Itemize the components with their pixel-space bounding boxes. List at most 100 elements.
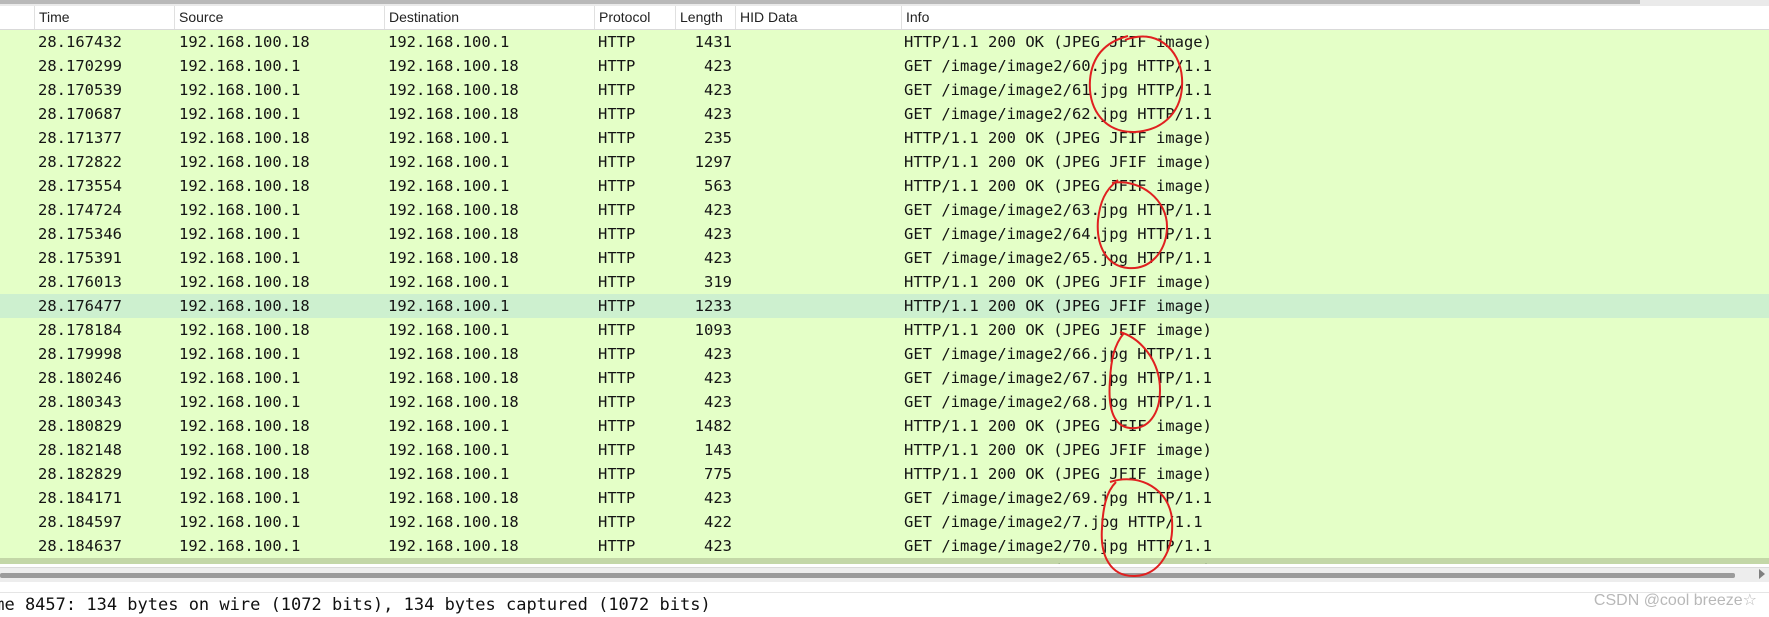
packet-length: 423 (704, 537, 732, 555)
packet-destination: 192.168.100.18 (388, 249, 519, 267)
packet-length: 235 (704, 129, 732, 147)
horizontal-scrollbar-thumb[interactable] (0, 573, 1735, 578)
packet-row[interactable]: 818628.171377192.168.100.18192.168.100.1… (0, 126, 1769, 150)
packet-destination: 192.168.100.1 (388, 129, 510, 147)
packet-row[interactable]: 825728.176013192.168.100.18192.168.100.1… (0, 270, 1769, 294)
packet-length: 319 (704, 273, 732, 291)
column-header-time[interactable]: Time (34, 6, 174, 29)
packet-length: 1297 (694, 153, 732, 171)
packet-row[interactable]: 831328.179998192.168.100.1192.168.100.18… (0, 342, 1769, 366)
packet-protocol: HTTP (598, 273, 636, 291)
packet-row[interactable]: 843228.184637192.168.100.1192.168.100.18… (0, 534, 1769, 558)
packet-time: 28.182829 (38, 465, 122, 483)
packet-row[interactable]: 831128.178184192.168.100.18192.168.100.1… (0, 318, 1769, 342)
packet-time: 28.180829 (38, 417, 122, 435)
packet-protocol: HTTP (598, 441, 636, 459)
column-header-source[interactable]: Source (174, 6, 384, 29)
packet-row[interactable]: 842828.182829192.168.100.18192.168.100.1… (0, 462, 1769, 486)
packet-length: 423 (704, 105, 732, 123)
packet-protocol: HTTP (598, 105, 636, 123)
scroll-right-icon[interactable] (1759, 569, 1765, 579)
packet-length: 423 (704, 345, 732, 363)
packet-length: 423 (704, 57, 732, 75)
packet-row[interactable]: 831528.180343192.168.100.1192.168.100.18… (0, 390, 1769, 414)
packet-protocol: HTTP (598, 465, 636, 483)
packet-row[interactable]: 843128.184597192.168.100.1192.168.100.18… (0, 510, 1769, 534)
packet-list[interactable]: 814528.167432192.168.100.18192.168.100.1… (0, 30, 1769, 564)
packet-length: 1093 (694, 321, 732, 339)
packet-row[interactable]: 814928.170687192.168.100.1192.168.100.18… (0, 102, 1769, 126)
column-header-hid-data[interactable]: HID Data (735, 6, 901, 29)
packet-info: GET /image/image2/67.jpg HTTP/1.1 (904, 369, 1212, 387)
packet-time: 28.185071 (38, 558, 176, 564)
packet-time: 28.176013 (38, 273, 122, 291)
packet-row[interactable]: 821628.172822192.168.100.18192.168.100.1… (0, 150, 1769, 174)
packet-source: 192.168.100.18 (179, 417, 310, 435)
packet-time: 28.176477 (38, 297, 122, 315)
packet-time: 28.178184 (38, 321, 122, 339)
packet-time: 28.170687 (38, 105, 122, 123)
packet-source: 192.168.100.1 (179, 105, 301, 123)
packet-length: 423 (704, 249, 732, 267)
packet-info: GET /image/image2/7.jpg HTTP/1.1 (904, 513, 1203, 531)
top-scrollbar-thumb[interactable] (0, 0, 1640, 4)
packet-destination: 192.168.100.1 (388, 153, 510, 171)
packet-info: GET /image/image2/68.jpg HTTP/1.1 (904, 393, 1212, 411)
packet-destination: 192.168.100.1 (388, 177, 510, 195)
packet-destination: 192.168.100.18 (388, 201, 519, 219)
packet-protocol: HTTP (598, 177, 636, 195)
packet-length: 423 (704, 393, 732, 411)
packet-source: 192.168.100.18 (179, 153, 310, 171)
packet-time: 28.175391 (38, 249, 122, 267)
column-header-info[interactable]: Info (901, 6, 1769, 29)
packet-row[interactable]: 843028.184171192.168.100.1192.168.100.18… (0, 486, 1769, 510)
packet-source: 192.168.100.1 (179, 393, 301, 411)
column-header-destination[interactable]: Destination (384, 6, 594, 29)
packet-source: 192.168.100.1 (179, 489, 301, 507)
packet-row[interactable]: 823428.175391192.168.100.1192.168.100.18… (0, 246, 1769, 270)
packet-info: HTTP/1.1 200 OK (JPEG JFIF image) (904, 558, 1764, 564)
packet-row[interactable]: 836228.182148192.168.100.18192.168.100.1… (0, 438, 1769, 462)
packet-source: 192.168.100.18 (179, 33, 310, 51)
packet-length: 134 (674, 558, 732, 564)
packet-destination: 192.168.100.1 (388, 558, 588, 564)
packet-row[interactable]: 823328.175346192.168.100.1192.168.100.18… (0, 222, 1769, 246)
packet-protocol: HTTP (598, 537, 636, 555)
packet-protocol: HTTP (598, 249, 636, 267)
packet-row[interactable]: 831428.180246192.168.100.1192.168.100.18… (0, 366, 1769, 390)
packet-row[interactable]: 814828.170539192.168.100.1192.168.100.18… (0, 78, 1769, 102)
packet-destination: 192.168.100.18 (388, 345, 519, 363)
column-header-length[interactable]: Length (675, 6, 735, 29)
packet-source: 192.168.100.1 (179, 537, 301, 555)
packet-row[interactable]: 845728.185071192.168.100.18192.168.100.1… (0, 558, 1769, 564)
packet-destination: 192.168.100.1 (388, 441, 510, 459)
packet-row[interactable]: 832828.180829192.168.100.18192.168.100.1… (0, 414, 1769, 438)
packet-length: 423 (704, 225, 732, 243)
packet-row[interactable]: 814528.167432192.168.100.18192.168.100.1… (0, 30, 1769, 54)
packet-time: 28.179998 (38, 345, 122, 363)
packet-time: 28.184597 (38, 513, 122, 531)
packet-info: HTTP/1.1 200 OK (JPEG JFIF image) (904, 321, 1212, 339)
packet-length: 563 (704, 177, 732, 195)
packet-row[interactable]: 823028.173554192.168.100.18192.168.100.1… (0, 174, 1769, 198)
packet-destination: 192.168.100.18 (388, 225, 519, 243)
packet-protocol: HTTP (598, 489, 636, 507)
packet-length: 423 (704, 489, 732, 507)
packet-length: 423 (704, 369, 732, 387)
packet-source: 192.168.100.1 (179, 369, 301, 387)
packet-info: HTTP/1.1 200 OK (JPEG JFIF image) (904, 33, 1212, 51)
packet-source: 192.168.100.1 (179, 513, 301, 531)
packet-info: GET /image/image2/60.jpg HTTP/1.1 (904, 57, 1212, 75)
packet-destination: 192.168.100.1 (388, 297, 510, 315)
packet-row[interactable]: 823228.174724192.168.100.1192.168.100.18… (0, 198, 1769, 222)
packet-row[interactable]: 828728.176477192.168.100.18192.168.100.1… (0, 294, 1769, 318)
horizontal-scrollbar[interactable] (0, 567, 1769, 582)
packet-row[interactable]: 814728.170299192.168.100.1192.168.100.18… (0, 54, 1769, 78)
column-header-no[interactable] (0, 6, 34, 29)
packet-info: HTTP/1.1 200 OK (JPEG JFIF image) (904, 129, 1212, 147)
column-header-protocol[interactable]: Protocol (594, 6, 675, 29)
packet-time: 28.180343 (38, 393, 122, 411)
packet-info: HTTP/1.1 200 OK (JPEG JFIF image) (904, 273, 1212, 291)
watermark-text: CSDN @cool breeze☆ (1593, 592, 1757, 609)
packet-time: 28.172822 (38, 153, 122, 171)
